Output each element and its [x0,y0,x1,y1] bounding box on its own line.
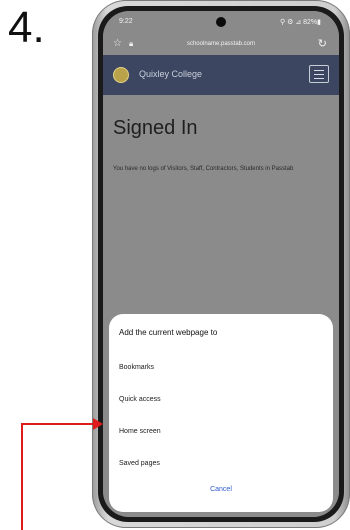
cancel-button[interactable]: Cancel [109,486,333,493]
phone-screen: 9:22 ⚲ ⚙ ⊿ 82%▮ ☆ 🔒︎ schoolname.passtab.… [103,11,339,517]
college-crest-icon [113,67,129,83]
pointer-arrow-line [21,424,23,530]
front-camera-icon [216,17,226,27]
option-quick-access[interactable]: Quick access [119,396,161,403]
menu-line [314,78,324,79]
pointer-arrow-line [21,423,95,425]
phone-bezel: 9:22 ⚲ ⚙ ⊿ 82%▮ ☆ 🔒︎ schoolname.passtab.… [98,6,344,522]
url-text[interactable]: schoolname.passtab.com [103,41,339,47]
option-bookmarks[interactable]: Bookmarks [119,364,154,371]
add-page-sheet: Add the current webpage to Bookmarks Qui… [109,314,333,512]
browser-address-bar[interactable]: ☆ 🔒︎ schoolname.passtab.com ↻ [103,33,339,55]
hamburger-menu-icon[interactable] [309,65,329,83]
page-title: Signed In [113,117,198,139]
option-home-screen[interactable]: Home screen [119,428,161,435]
status-system-icons: ⚲ ⚙ ⊿ 82%▮ [280,19,321,26]
menu-line [314,74,324,75]
reload-icon[interactable]: ↻ [318,37,327,50]
college-name[interactable]: Quixley College [139,69,202,79]
empty-logs-message: You have no logs of Visitors, Staff, Con… [113,166,294,172]
status-time: 9:22 [119,18,133,25]
step-number: 4. [8,3,45,52]
phone-frame: 9:22 ⚲ ⚙ ⊿ 82%▮ ☆ 🔒︎ schoolname.passtab.… [92,0,350,528]
menu-line [314,70,324,71]
pointer-arrow-head-icon [93,418,103,430]
option-saved-pages[interactable]: Saved pages [119,460,160,467]
site-header: Quixley College [103,55,339,95]
sheet-title: Add the current webpage to [119,328,218,337]
